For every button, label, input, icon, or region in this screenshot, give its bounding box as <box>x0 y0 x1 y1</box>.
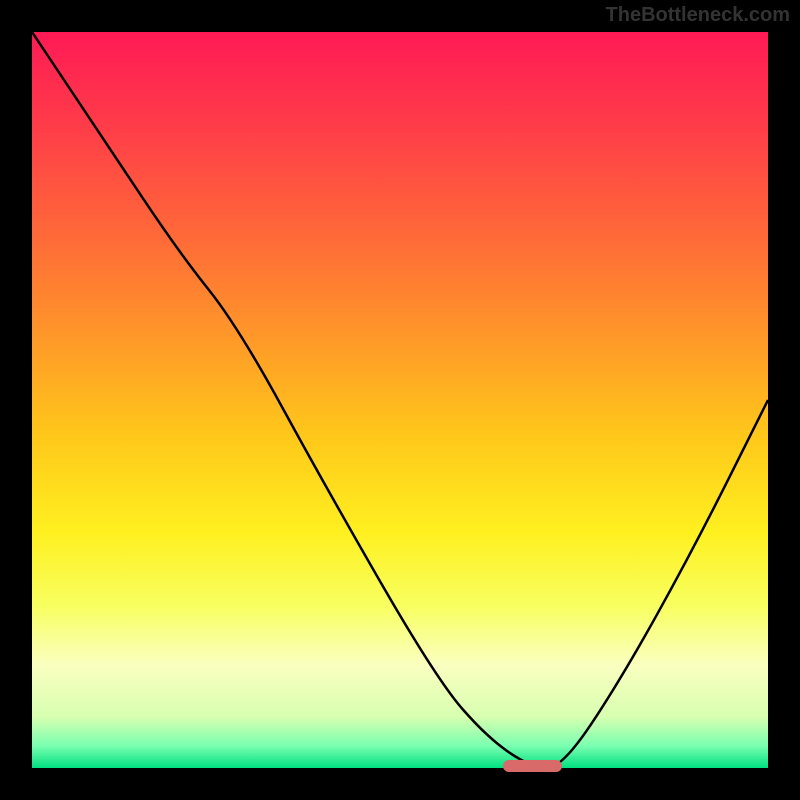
watermark-text: TheBottleneck.com <box>606 4 790 27</box>
optimal-marker <box>503 760 562 772</box>
plot-area <box>32 32 768 768</box>
bottleneck-curve <box>32 32 768 768</box>
